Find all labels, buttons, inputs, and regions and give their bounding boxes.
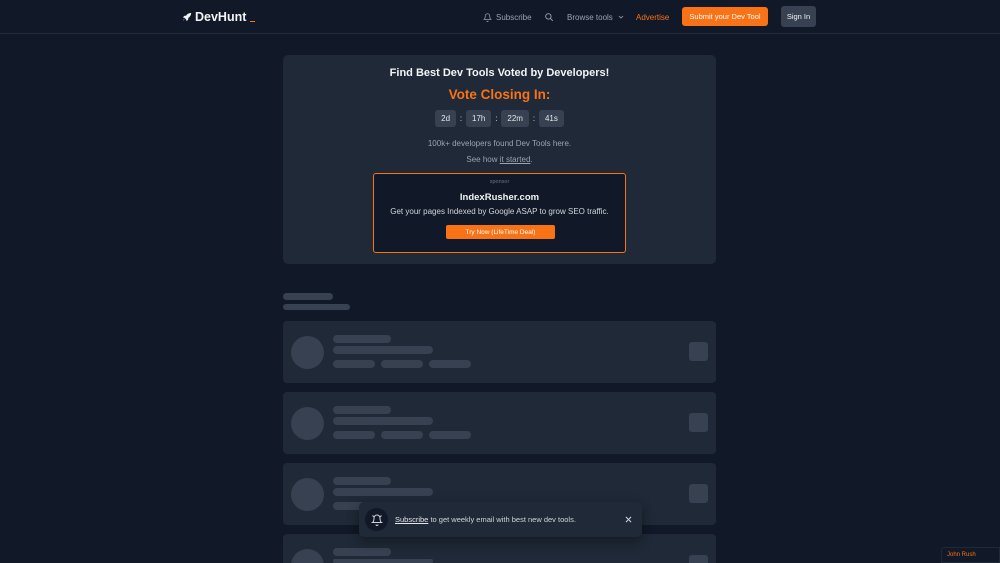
tool-name-skeleton — [333, 335, 391, 343]
close-icon — [625, 516, 631, 522]
tool-tag-skeleton — [381, 431, 423, 439]
tool-card-skeleton — [283, 392, 716, 454]
bell-icon — [365, 508, 388, 531]
logo-text: DevHunt — [195, 10, 247, 24]
toast-subscribe-link[interactable]: Subscribe — [395, 515, 428, 524]
vote-button-skeleton — [689, 555, 708, 563]
subscribe-toast: Subscribe to get weekly email with best … — [359, 502, 642, 537]
vote-button-skeleton — [689, 342, 708, 361]
hero-subtitle: 100k+ developers found Dev Tools here. — [427, 139, 572, 148]
countdown-separator: : — [495, 114, 498, 123]
nav-subscribe[interactable]: Subscribe — [483, 0, 532, 34]
countdown-separator: : — [532, 114, 536, 123]
nav-browse-tools[interactable]: Browse tools — [567, 0, 625, 34]
tool-logo-skeleton — [291, 549, 324, 563]
tool-tagline-skeleton — [333, 488, 433, 496]
countdown-days: 2d — [435, 110, 457, 127]
see-how-prefix: See how — [466, 155, 500, 164]
search-button[interactable] — [544, 0, 554, 34]
nav-advertise-label: Advertise — [636, 12, 670, 22]
tool-tagline-skeleton — [333, 417, 433, 425]
tool-tag-skeleton — [333, 431, 375, 439]
toast-message: Subscribe to get weekly email with best … — [395, 515, 576, 524]
toast-text: to get weekly email with best new dev to… — [428, 515, 576, 524]
see-how-suffix: . — [530, 155, 533, 164]
vote-closing-title: Vote Closing In: — [448, 87, 551, 102]
section-subtitle-skeleton — [283, 304, 350, 310]
bell-icon — [483, 12, 492, 22]
sponsor-card[interactable]: sponsor IndexRusher.com Get your pages I… — [373, 173, 626, 253]
nav-advertise[interactable]: Advertise — [636, 0, 669, 34]
sponsor-name[interactable]: IndexRusher.com — [374, 192, 625, 203]
nav-subscribe-label: Subscribe — [496, 12, 532, 22]
section-title-skeleton — [283, 293, 333, 300]
logo-cursor — [250, 20, 256, 22]
tool-tag-skeleton — [333, 360, 375, 368]
chevron-down-icon — [618, 15, 624, 19]
it-started-link[interactable]: it started — [500, 155, 531, 164]
sponsor-cta-button[interactable]: Try Now (LifeTime Deal) — [446, 225, 555, 239]
search-icon — [545, 13, 554, 22]
countdown-minutes: 22m — [501, 110, 529, 127]
nav-browse-tools-label: Browse tools — [567, 12, 613, 22]
top-header: DevHunt Subscribe Browse tools Advertise… — [0, 0, 1000, 34]
countdown-seconds: 41s — [538, 110, 564, 127]
tool-tag-skeleton — [429, 360, 471, 368]
tool-logo-skeleton — [291, 336, 324, 369]
tool-card-skeleton — [283, 534, 716, 563]
countdown-hours: 17h — [466, 110, 492, 127]
sponsor-tag: sponsor — [489, 179, 510, 185]
hero-title: Find Best Dev Tools Voted by Developers! — [389, 67, 610, 79]
countdown-separator: : — [459, 114, 463, 123]
tool-name-skeleton — [333, 548, 391, 556]
vote-button-skeleton — [689, 413, 708, 432]
tool-tagline-skeleton — [333, 346, 433, 354]
tool-name-skeleton — [333, 477, 391, 485]
tool-tagline-skeleton — [333, 559, 433, 563]
hero-card: Find Best Dev Tools Voted by Developers!… — [283, 55, 716, 264]
tool-tag-skeleton — [429, 431, 471, 439]
sponsor-description: Get your pages Indexed by Google ASAP to… — [390, 207, 609, 216]
see-how-text: See how it started. — [283, 155, 716, 164]
tool-logo-skeleton — [291, 478, 324, 511]
devhunt-logo[interactable]: DevHunt — [182, 10, 256, 24]
vote-button-skeleton — [689, 484, 708, 503]
sign-in-button[interactable]: Sign In — [781, 6, 816, 27]
author-badge[interactable]: John Rush — [941, 547, 1000, 563]
tool-name-skeleton — [333, 406, 391, 414]
submit-dev-tool-button[interactable]: Submit your Dev Tool — [682, 7, 768, 26]
rocket-icon — [182, 12, 192, 22]
close-toast-button[interactable] — [622, 513, 634, 525]
tool-logo-skeleton — [291, 407, 324, 440]
tool-card-skeleton — [283, 321, 716, 383]
countdown-timer: 2d : 17h : 22m : 41s — [283, 110, 716, 127]
tool-tag-skeleton — [381, 360, 423, 368]
